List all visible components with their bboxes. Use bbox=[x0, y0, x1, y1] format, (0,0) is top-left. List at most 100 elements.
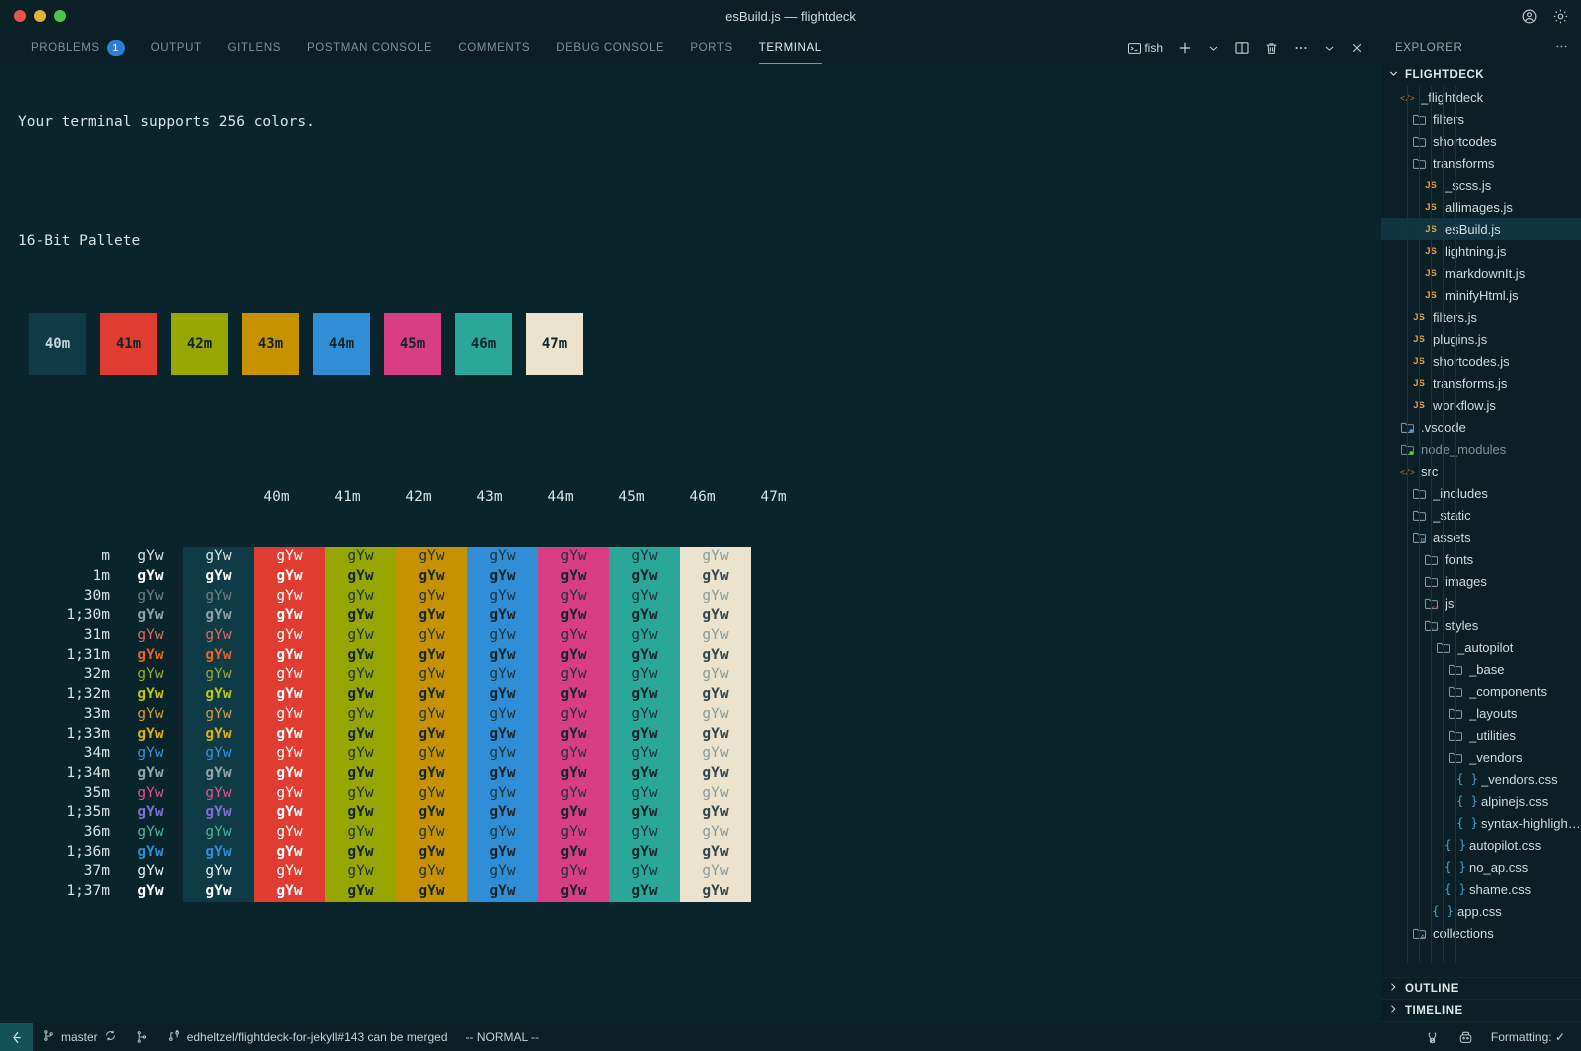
matrix-column-header: 44m bbox=[547, 488, 574, 505]
gear-icon[interactable] bbox=[1552, 8, 1569, 25]
file-tree-row[interactable]: images bbox=[1381, 570, 1581, 592]
file-tree-row[interactable]: JSfilters.js bbox=[1381, 306, 1581, 328]
close-window-button[interactable] bbox=[14, 10, 26, 22]
file-tree-row[interactable]: JSesBuild.js bbox=[1381, 218, 1581, 240]
file-tree-row[interactable]: JSshortcodes.js bbox=[1381, 350, 1581, 372]
minimize-window-button[interactable] bbox=[34, 10, 46, 22]
new-terminal-icon[interactable] bbox=[1170, 32, 1200, 64]
matrix-cell: gYw bbox=[137, 568, 164, 584]
file-tree-label: plugins.js bbox=[1433, 331, 1488, 347]
section-timeline[interactable]: TIMELINE bbox=[1381, 999, 1581, 1021]
file-tree-row[interactable]: { } alpinejs.css bbox=[1381, 790, 1581, 812]
file-tree-row[interactable]: collections bbox=[1381, 922, 1581, 944]
matrix-cell: gYw bbox=[467, 665, 538, 686]
matrix-cell: gYw bbox=[680, 665, 751, 686]
color-matrix-body: m 1m 30m 1;30m 31m 1;31m 32m 1;32m 33m 1;33m 34m 1;… bbox=[18, 547, 1381, 902]
tab-postman-console[interactable]: POSTMAN CONSOLE bbox=[294, 32, 445, 64]
chevron-down-icon[interactable] bbox=[1200, 32, 1227, 64]
file-tree-row[interactable]: _base bbox=[1381, 658, 1581, 680]
tab-problems[interactable]: PROBLEMS 1 bbox=[18, 32, 138, 64]
color-matrix: 40m 41m 42m 43m 44m 45m 46m 47m m 1m 30m 1;30m 31m 1… bbox=[18, 449, 1381, 942]
matrix-cell: gYw bbox=[396, 567, 467, 587]
maximize-window-button[interactable] bbox=[54, 10, 66, 22]
file-tree-row[interactable]: assets bbox=[1381, 526, 1581, 548]
file-tree-row[interactable]: JSlightning.js bbox=[1381, 240, 1581, 262]
matrix-cell: gYw bbox=[538, 862, 609, 882]
file-tree-row[interactable]: _layouts bbox=[1381, 702, 1581, 724]
matrix-cell: gYw bbox=[538, 744, 609, 764]
more-actions-icon[interactable] bbox=[1554, 39, 1569, 57]
file-tree-row[interactable]: { } autopilot.css bbox=[1381, 834, 1581, 856]
file-tree-row[interactable]: JS_scss.js bbox=[1381, 174, 1581, 196]
file-tree-row[interactable]: </>src bbox=[1381, 460, 1581, 482]
matrix-cell: gYw bbox=[137, 804, 164, 821]
file-tree[interactable]: </>_flightdeck filters shortcodes transf… bbox=[1381, 86, 1581, 944]
matrix-cell: gYw bbox=[137, 784, 164, 801]
terminal-output[interactable]: Your terminal supports 256 colors. 16-Bi… bbox=[0, 64, 1381, 1051]
matrix-cell: gYw bbox=[183, 645, 254, 666]
matrix-cell: gYw bbox=[396, 586, 467, 607]
file-tree-row[interactable]: shortcodes bbox=[1381, 130, 1581, 152]
tab-comments[interactable]: COMMENTS bbox=[445, 32, 543, 64]
sync-icon[interactable] bbox=[104, 1029, 117, 1045]
matrix-cell: gYw bbox=[538, 567, 609, 587]
file-tree-row[interactable]: { } _vendors.css bbox=[1381, 768, 1581, 790]
split-terminal-icon[interactable] bbox=[1227, 32, 1257, 64]
kill-terminal-icon[interactable] bbox=[1257, 32, 1286, 64]
file-tree-row[interactable]: JSworkflow.js bbox=[1381, 394, 1581, 416]
status-branch[interactable]: master bbox=[33, 1023, 126, 1051]
tab-debug-console[interactable]: DEBUG CONSOLE bbox=[543, 32, 677, 64]
matrix-cell: gYw bbox=[609, 567, 680, 587]
file-tree-row[interactable]: transforms bbox=[1381, 152, 1581, 174]
account-icon[interactable] bbox=[1521, 8, 1538, 25]
file-tree-row[interactable]: JSplugins.js bbox=[1381, 328, 1581, 350]
file-tree-row[interactable]: { } syntax-highligh… bbox=[1381, 812, 1581, 834]
matrix-cell: gYw bbox=[467, 744, 538, 764]
remote-window-icon[interactable] bbox=[0, 1023, 33, 1051]
section-outline[interactable]: OUTLINE bbox=[1381, 977, 1581, 999]
file-tree-row[interactable]: { } shame.css bbox=[1381, 878, 1581, 900]
terminal-shell-selector[interactable]: fish bbox=[1120, 32, 1170, 64]
file-tree-row[interactable]: JSmarkdownIt.js bbox=[1381, 262, 1581, 284]
status-formatting[interactable]: Formatting: ✓ bbox=[1482, 1023, 1581, 1051]
file-tree-row[interactable]: _autopilot bbox=[1381, 636, 1581, 658]
matrix-cell: gYw bbox=[254, 822, 325, 843]
tab-output[interactable]: OUTPUT bbox=[138, 32, 215, 64]
tab-terminal[interactable]: TERMINAL bbox=[746, 32, 835, 64]
matrix-cell: gYw bbox=[183, 685, 254, 705]
file-tree-row[interactable]: </> styles bbox=[1381, 614, 1581, 636]
matrix-cell: gYw bbox=[137, 823, 164, 840]
matrix-cell: gYw bbox=[183, 783, 254, 804]
matrix-cell: gYw bbox=[680, 783, 751, 804]
close-panel-icon[interactable] bbox=[1343, 32, 1371, 64]
more-actions-icon[interactable] bbox=[1286, 32, 1316, 64]
prettier-disabled-icon[interactable] bbox=[1416, 1023, 1449, 1051]
file-tree-row[interactable]: _utilities bbox=[1381, 724, 1581, 746]
gitlens-icon[interactable] bbox=[126, 1023, 158, 1051]
file-tree-row[interactable]: _static bbox=[1381, 504, 1581, 526]
file-tree-row[interactable]: </>_flightdeck bbox=[1381, 86, 1581, 108]
file-tree-row[interactable]: _components bbox=[1381, 680, 1581, 702]
file-tree-row[interactable]: </> js bbox=[1381, 592, 1581, 614]
extension-icon[interactable] bbox=[1449, 1023, 1482, 1051]
status-pull-request[interactable]: edheltzel/flightdeck-for-jekyll#143 can … bbox=[158, 1023, 457, 1051]
tab-ports[interactable]: PORTS bbox=[677, 32, 745, 64]
hide-panel-icon[interactable] bbox=[1316, 32, 1343, 64]
matrix-cell: gYw bbox=[325, 783, 396, 804]
explorer-root-folder[interactable]: FLIGHTDECK bbox=[1381, 64, 1581, 86]
file-tree-row[interactable]: JStransforms.js bbox=[1381, 372, 1581, 394]
file-tree-row[interactable]: { } app.css bbox=[1381, 900, 1581, 922]
file-tree-row[interactable]: _vendors bbox=[1381, 746, 1581, 768]
file-tree-label: _layouts bbox=[1469, 705, 1518, 721]
file-tree-row[interactable]: fonts bbox=[1381, 548, 1581, 570]
file-tree-row[interactable]: JSallimages.js bbox=[1381, 196, 1581, 218]
file-tree-row[interactable]: .vscode bbox=[1381, 416, 1581, 438]
file-tree-row[interactable]: node_modules bbox=[1381, 438, 1581, 460]
file-tree-row[interactable]: { } no_ap.css bbox=[1381, 856, 1581, 878]
file-tree-row[interactable]: JSminifyHtml.js bbox=[1381, 284, 1581, 306]
matrix-cell: gYw bbox=[254, 685, 325, 705]
tab-gitlens[interactable]: GITLENS bbox=[215, 32, 294, 64]
matrix-cell: gYw bbox=[680, 803, 751, 823]
file-tree-row[interactable]: filters bbox=[1381, 108, 1581, 130]
file-tree-row[interactable]: _includes bbox=[1381, 482, 1581, 504]
